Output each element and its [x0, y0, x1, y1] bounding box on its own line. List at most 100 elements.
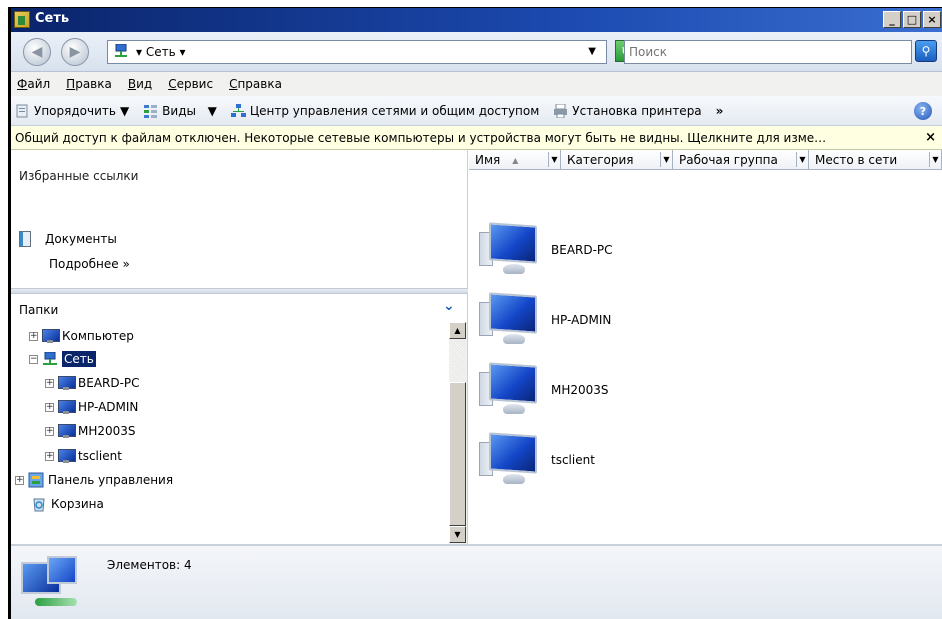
tree-item-label: Сеть: [62, 351, 96, 367]
breadcrumb-dropdown-icon[interactable]: ▾: [176, 45, 185, 59]
folder-tree-scrollbar[interactable]: ▲ ▼: [449, 322, 467, 544]
minimize-button[interactable]: _: [883, 11, 901, 28]
computer-icon: [42, 329, 60, 343]
help-icon[interactable]: ?: [914, 102, 932, 120]
add-printer-button[interactable]: Установка принтера: [553, 103, 702, 118]
list-item[interactable]: BEARD-PC: [479, 222, 613, 276]
tree-item-computer[interactable]: + Компьютер: [29, 326, 134, 346]
menu-help[interactable]: Справка: [229, 77, 282, 91]
column-category-label: Категория: [567, 153, 634, 167]
item-count: Элементов: 4: [107, 558, 192, 572]
computer-icon: [58, 449, 76, 463]
menu-tools[interactable]: Сервис: [168, 77, 213, 91]
column-network-location[interactable]: Место в сети ▼: [809, 150, 942, 170]
search-input[interactable]: [625, 41, 911, 63]
network-icon: [43, 352, 57, 365]
file-list: Имя ▲ ▼ Категория ▼ Рабочая группа ▼ Мес…: [469, 150, 942, 544]
organize-dropdown-icon: ▼: [119, 103, 130, 118]
scroll-down-icon[interactable]: ▼: [449, 526, 466, 543]
tree-item-network[interactable]: − Сеть: [29, 349, 96, 369]
address-history-dropdown-icon[interactable]: ▼: [588, 46, 596, 57]
control-panel-icon: [28, 472, 44, 488]
list-item-label: MH2003S: [551, 383, 609, 397]
organize-button[interactable]: Упорядочить ▼: [15, 104, 129, 118]
title-bar[interactable]: Сеть _ □ ×: [11, 8, 942, 32]
breadcrumb[interactable]: ▾ Сеть ▾: [136, 45, 186, 59]
tree-item-label: HP-ADMIN: [78, 400, 139, 414]
tree-expander[interactable]: +: [29, 331, 38, 341]
column-workgroup[interactable]: Рабочая группа ▼: [673, 150, 809, 170]
tree-expander[interactable]: +: [45, 378, 54, 388]
toolbar-overflow-button[interactable]: »: [716, 104, 724, 118]
network-icon: [21, 556, 85, 612]
column-name-label: Имя: [475, 153, 501, 167]
info-bar-message[interactable]: Общий доступ к файлам отключен. Некоторы…: [15, 131, 826, 145]
list-item-label: HP-ADMIN: [551, 313, 612, 327]
list-item[interactable]: MH2003S: [479, 362, 609, 416]
scroll-thumb[interactable]: [449, 382, 466, 526]
tree-expander[interactable]: +: [45, 451, 54, 461]
folder-tree: + Компьютер − Сеть + BEARD-PC + HP-ADMIN…: [11, 322, 449, 544]
list-item[interactable]: HP-ADMIN: [479, 292, 612, 346]
printer-icon: [554, 103, 568, 118]
info-bar-close-icon[interactable]: ×: [925, 130, 936, 145]
tree-expander[interactable]: −: [29, 354, 38, 364]
column-name[interactable]: Имя ▲ ▼: [469, 150, 561, 170]
column-workgroup-label: Рабочая группа: [679, 153, 778, 167]
forward-button[interactable]: ▶: [61, 38, 89, 66]
column-filter-dropdown-icon[interactable]: ▼: [796, 152, 808, 167]
views-icon: [144, 104, 158, 118]
search-icon: ⚲: [921, 44, 931, 58]
column-headers: Имя ▲ ▼ Категория ▼ Рабочая группа ▼ Мес…: [469, 150, 942, 170]
computer-icon: [479, 222, 541, 276]
address-field[interactable]: ▾ Сеть ▾ ▼: [107, 40, 607, 64]
organize-label: Упорядочить: [34, 103, 116, 118]
folders-header[interactable]: Папки ⌄: [11, 294, 468, 322]
computer-icon: [58, 424, 76, 438]
favorite-links-title: Избранные ссылки: [19, 169, 139, 183]
tree-item-beard-pc[interactable]: + BEARD-PC: [45, 373, 140, 393]
list-item-label: BEARD-PC: [551, 243, 613, 257]
network-center-label: Центр управления сетями и общим доступом: [249, 103, 540, 118]
menu-edit[interactable]: Правка: [66, 77, 112, 91]
sort-ascending-icon: ▲: [512, 155, 519, 165]
maximize-button[interactable]: □: [903, 11, 921, 28]
menu-file[interactable]: Файл: [17, 77, 50, 91]
tree-item-mh2003s[interactable]: + MH2003S: [45, 421, 136, 441]
favorite-more-link[interactable]: Подробнее »: [49, 257, 130, 271]
computer-icon: [479, 362, 541, 416]
scroll-up-icon[interactable]: ▲: [449, 322, 466, 339]
back-button[interactable]: ◀: [23, 38, 51, 66]
tree-expander[interactable]: +: [15, 475, 24, 485]
window-controls: _ □ ×: [883, 11, 941, 28]
chevron-down-icon[interactable]: ⌄: [443, 298, 455, 314]
search-box[interactable]: [624, 40, 912, 64]
documents-icon: [19, 231, 31, 247]
tree-expander[interactable]: +: [45, 426, 54, 436]
info-bar[interactable]: Общий доступ к файлам отключен. Некоторы…: [11, 126, 942, 150]
list-item[interactable]: tsclient: [479, 432, 595, 486]
tree-item-control-panel[interactable]: + Панель управления: [15, 470, 173, 490]
column-category[interactable]: Категория ▼: [561, 150, 673, 170]
computer-icon: [58, 376, 76, 390]
close-button[interactable]: ×: [923, 11, 941, 28]
menu-view[interactable]: Вид: [128, 77, 152, 91]
network-center-button[interactable]: Центр управления сетями и общим доступом: [230, 103, 540, 118]
tree-item-hp-admin[interactable]: + HP-ADMIN: [45, 397, 138, 417]
views-dropdown-icon: ▼: [199, 103, 217, 118]
column-filter-dropdown-icon[interactable]: ▼: [929, 152, 941, 167]
views-label: Виды: [162, 103, 196, 118]
tree-item-label: Панель управления: [48, 473, 174, 487]
favorite-documents-link[interactable]: Документы: [19, 231, 117, 247]
breadcrumb-network[interactable]: Сеть: [146, 45, 176, 59]
command-bar: Упорядочить ▼ Виды ▼ Центр управления се…: [11, 96, 942, 126]
tree-item-recycle-bin[interactable]: Корзина: [31, 494, 104, 514]
views-button[interactable]: Виды ▼: [143, 104, 217, 118]
column-filter-dropdown-icon[interactable]: ▼: [548, 152, 560, 167]
tree-item-label: MH2003S: [78, 424, 136, 438]
search-button[interactable]: ⚲: [915, 40, 937, 62]
tree-item-tsclient[interactable]: + tsclient: [45, 446, 122, 466]
details-pane: Элементов: 4: [11, 544, 942, 619]
column-filter-dropdown-icon[interactable]: ▼: [660, 152, 672, 167]
tree-expander[interactable]: +: [45, 402, 54, 412]
